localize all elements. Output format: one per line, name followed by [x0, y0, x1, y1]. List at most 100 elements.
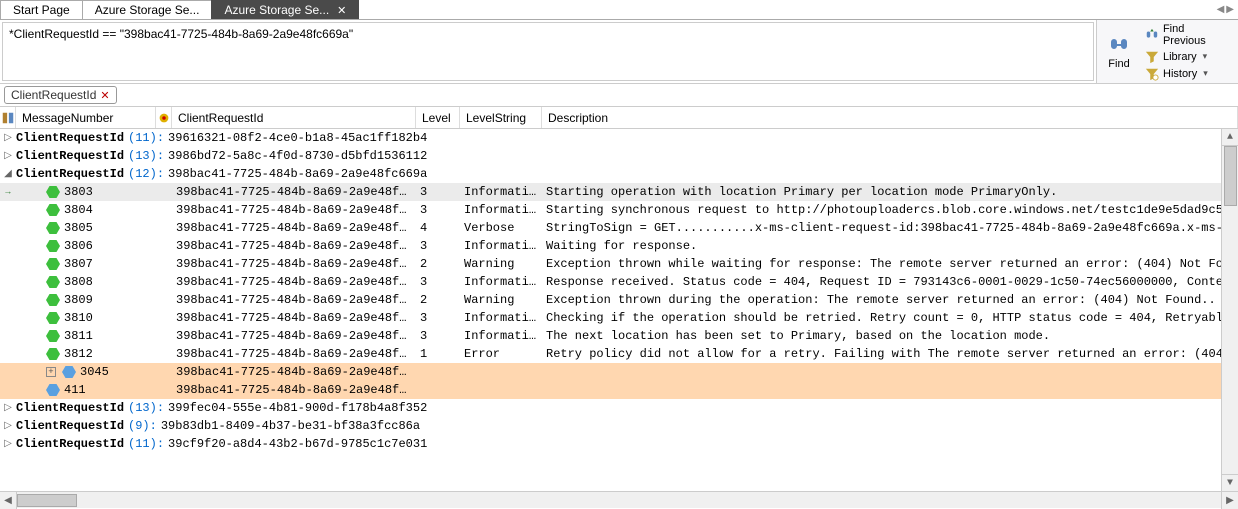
tab-prev-icon[interactable]: ◀: [1217, 4, 1225, 15]
tab-nav: ◀ ▶: [1217, 0, 1238, 19]
cell-messagenumber: 3805: [16, 221, 156, 235]
hex-green-icon: [46, 348, 60, 360]
cell-messagenumber: 3804: [16, 203, 156, 217]
cell-description: Starting operation with location Primary…: [542, 185, 1238, 199]
cell-levelstring: Information: [460, 329, 542, 343]
group-value: 39616321-08f2-4ce0-b1a8-45ac1ff182b4: [168, 131, 427, 145]
group-value: 39cf9f20-a8d4-43b2-b67d-9785c1c7e031: [168, 437, 427, 451]
group-field: ClientRequestId: [16, 419, 124, 433]
funnel-history-icon: [1145, 67, 1159, 81]
group-row[interactable]: ▷ClientRequestId (11):39cf9f20-a8d4-43b2…: [0, 435, 1238, 453]
expand-icon[interactable]: ▷: [0, 420, 16, 432]
cell-description: The next location has been set to Primar…: [542, 329, 1238, 343]
history-button[interactable]: History ▾: [1141, 66, 1234, 82]
query-area: *ClientRequestId == "398bac41-7725-484b-…: [0, 20, 1238, 84]
tab[interactable]: Start Page: [0, 0, 83, 19]
tab-label: Azure Storage Se...: [95, 3, 200, 17]
scroll-up-icon[interactable]: ▲: [1222, 129, 1238, 146]
tab-next-icon[interactable]: ▶: [1226, 4, 1234, 15]
table-row[interactable]: 3806398bac41-7725-484b-8a69-2a9e48fc669a…: [0, 237, 1238, 255]
filter-chip-clientrequestid[interactable]: ClientRequestId ✕: [4, 86, 117, 104]
tab-label: Azure Storage Se...: [224, 3, 329, 17]
table-row[interactable]: 411398bac41-7725-484b-8a69-2a9e48fc669a: [0, 381, 1238, 399]
grid-header: MessageNumber ClientRequestId Level Leve…: [0, 107, 1238, 129]
cell-description: Exception thrown while waiting for respo…: [542, 257, 1238, 271]
hex-green-icon: [46, 312, 60, 324]
cell-level: 3: [416, 329, 460, 343]
cell-clientrequestid: 398bac41-7725-484b-8a69-2a9e48fc669a: [172, 347, 416, 361]
hex-green-icon: [46, 330, 60, 342]
collapse-icon[interactable]: ◢: [0, 168, 16, 180]
col-header-clientrequestid[interactable]: ClientRequestId: [172, 107, 416, 128]
find-button[interactable]: Find: [1101, 32, 1137, 72]
tab[interactable]: Azure Storage Se...: [82, 0, 213, 19]
close-icon[interactable]: ✕: [337, 4, 346, 17]
group-row[interactable]: ◢ClientRequestId (12):398bac41-7725-484b…: [0, 165, 1238, 183]
group-row[interactable]: ▷ClientRequestId (11):39616321-08f2-4ce0…: [0, 129, 1238, 147]
group-row[interactable]: ▷ClientRequestId (13):3986bd72-5a8c-4f0d…: [0, 147, 1238, 165]
cell-messagenumber: 3812: [16, 347, 156, 361]
cell-clientrequestid: 398bac41-7725-484b-8a69-2a9e48fc669a: [172, 329, 416, 343]
table-row[interactable]: 3811 398bac41-7725-484b-8a69-2a9e48fc669a…: [0, 327, 1238, 345]
cell-clientrequestid: 398bac41-7725-484b-8a69-2a9e48fc669a: [172, 293, 416, 307]
cell-messagenumber: 3808: [16, 275, 156, 289]
toolbar: Find Find Previous Library ▾ History ▾: [1096, 20, 1238, 83]
filter-remove-icon[interactable]: ✕: [100, 89, 109, 102]
scroll-down-icon[interactable]: ▼: [1222, 474, 1238, 491]
dropdown-icon: ▾: [1203, 68, 1208, 79]
group-field: ClientRequestId: [16, 149, 124, 163]
group-count: (11):: [128, 437, 164, 451]
horizontal-scrollbar[interactable]: ◀ ▶: [0, 491, 1238, 508]
cell-description: Checking if the operation should be retr…: [542, 311, 1238, 325]
cell-clientrequestid: 398bac41-7725-484b-8a69-2a9e48fc669a: [172, 365, 416, 379]
scroll-left-icon[interactable]: ◀: [0, 492, 17, 509]
table-row[interactable]: +3045398bac41-7725-484b-8a69-2a9e48fc669…: [0, 363, 1238, 381]
cell-level: 3: [416, 203, 460, 217]
scroll-right-icon[interactable]: ▶: [1221, 492, 1238, 509]
cell-messagenumber: 3803: [16, 185, 156, 199]
vertical-scrollbar[interactable]: ▲ ▼: [1221, 129, 1238, 491]
cell-level: 1: [416, 347, 460, 361]
col-header-levelstring[interactable]: LevelString: [460, 107, 542, 128]
cell-description: Exception thrown during the operation: T…: [542, 293, 1238, 307]
find-previous-button[interactable]: Find Previous: [1141, 22, 1234, 48]
table-row[interactable]: 3812 398bac41-7725-484b-8a69-2a9e48fc669a…: [0, 345, 1238, 363]
tab-label: Start Page: [13, 3, 70, 17]
group-row[interactable]: ▷ClientRequestId (13):399fec04-555e-4b81…: [0, 399, 1238, 417]
group-count: (11):: [128, 131, 164, 145]
col-header-level[interactable]: Level: [416, 107, 460, 128]
expand-icon[interactable]: ▷: [0, 132, 16, 144]
library-label: Library: [1163, 51, 1197, 63]
row-marker: →: [0, 187, 16, 197]
table-row[interactable]: 3807398bac41-7725-484b-8a69-2a9e48fc669a…: [0, 255, 1238, 273]
cell-messagenumber: 3807: [16, 257, 156, 271]
expand-icon[interactable]: ▷: [0, 150, 16, 162]
cell-clientrequestid: 398bac41-7725-484b-8a69-2a9e48fc669a: [172, 383, 416, 397]
table-row[interactable]: 3810398bac41-7725-484b-8a69-2a9e48fc669a…: [0, 309, 1238, 327]
col-toggle-icon[interactable]: [0, 107, 16, 128]
cell-levelstring: Information: [460, 275, 542, 289]
table-row[interactable]: 3805398bac41-7725-484b-8a69-2a9e48fc669a…: [0, 219, 1238, 237]
tab[interactable]: Azure Storage Se... ✕: [211, 0, 359, 19]
cell-level: 2: [416, 257, 460, 271]
table-row[interactable]: 3808398bac41-7725-484b-8a69-2a9e48fc669a…: [0, 273, 1238, 291]
query-input[interactable]: *ClientRequestId == "398bac41-7725-484b-…: [2, 22, 1094, 81]
cell-levelstring: Information: [460, 311, 542, 325]
group-row[interactable]: ▷ClientRequestId (9):39b83db1-8409-4b37-…: [0, 417, 1238, 435]
col-header-description[interactable]: Description: [542, 107, 1238, 128]
table-row[interactable]: 3809398bac41-7725-484b-8a69-2a9e48fc669a…: [0, 291, 1238, 309]
col-header-messagenumber[interactable]: MessageNumber: [16, 107, 156, 128]
expand-icon[interactable]: ▷: [0, 438, 16, 450]
filter-chip-label: ClientRequestId: [11, 88, 96, 102]
hex-green-icon: [46, 240, 60, 252]
table-row[interactable]: →3803398bac41-7725-484b-8a69-2a9e48fc669…: [0, 183, 1238, 201]
library-button[interactable]: Library ▾: [1141, 49, 1234, 65]
cell-messagenumber: 3811: [16, 329, 156, 343]
table-row[interactable]: 3804398bac41-7725-484b-8a69-2a9e48fc669a…: [0, 201, 1238, 219]
group-value: 3986bd72-5a8c-4f0d-8730-d5bfd1536112: [168, 149, 427, 163]
hex-blue-icon: [62, 366, 76, 378]
grid-body[interactable]: ▷ClientRequestId (11):39616321-08f2-4ce0…: [0, 129, 1238, 491]
expand-icon[interactable]: ▷: [0, 402, 16, 414]
expand-icon[interactable]: +: [46, 367, 56, 377]
col-diagnostic-icon[interactable]: [156, 107, 172, 128]
